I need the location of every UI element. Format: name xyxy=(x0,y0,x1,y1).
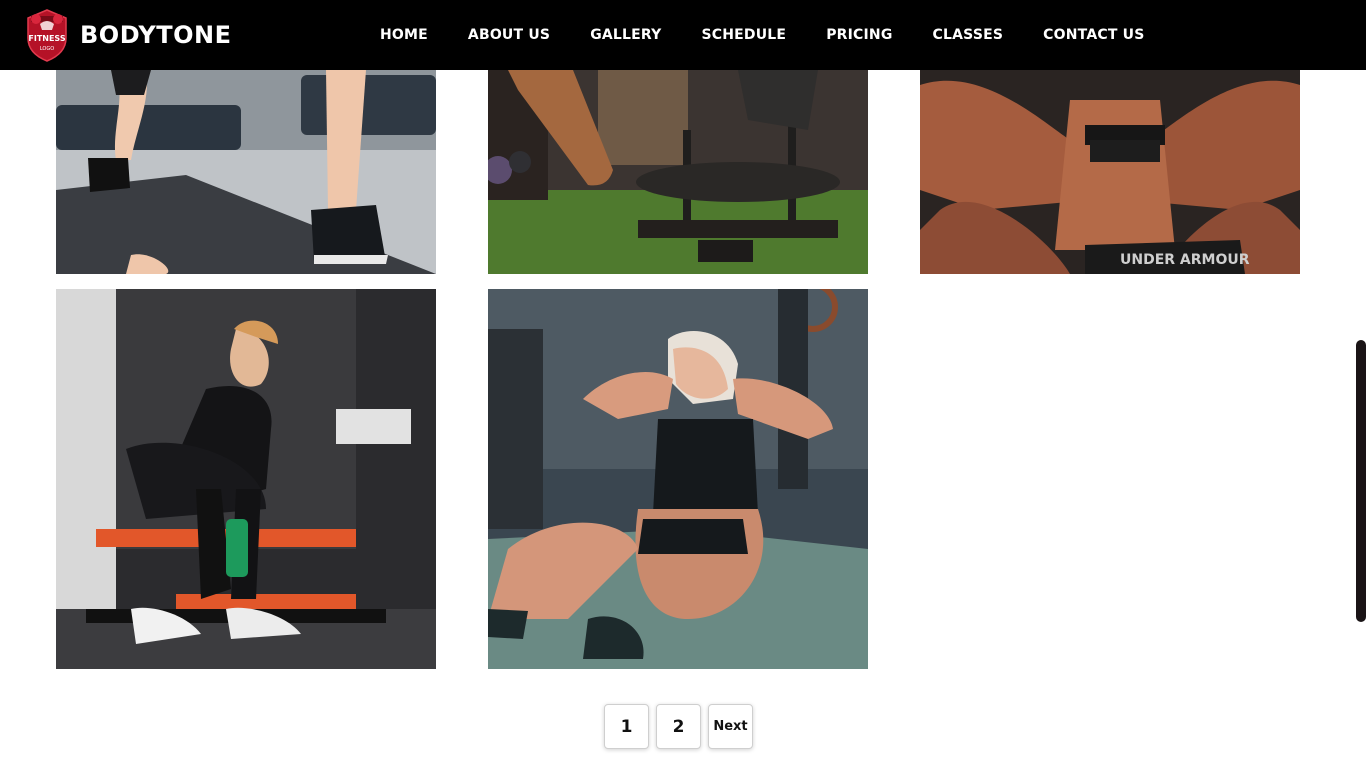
page-1-button[interactable]: 1 xyxy=(604,704,649,749)
nav-gallery[interactable]: GALLERY xyxy=(590,24,661,46)
shirt-brand-mark: UNDER ARMOUR xyxy=(1120,252,1250,268)
pagination: 1 2 Next xyxy=(604,704,753,749)
svg-text:FITNESS: FITNESS xyxy=(28,34,65,43)
gallery-photo-lunge[interactable] xyxy=(56,70,436,274)
nav-contact-us[interactable]: CONTACT US xyxy=(1043,24,1144,46)
nav-about-us[interactable]: ABOUT US xyxy=(468,24,550,46)
page-scrollbar[interactable] xyxy=(1356,340,1366,622)
svg-text:LOGO: LOGO xyxy=(40,46,54,52)
main-nav: HOME ABOUT US GALLERY SCHEDULE PRICING C… xyxy=(380,24,1145,46)
brand-name[interactable]: BODYTONE xyxy=(80,20,232,50)
gallery-photo-back-workout[interactable]: UNDER ARMOUR xyxy=(920,70,1300,274)
page-2-button[interactable]: 2 xyxy=(656,704,701,749)
fitness-logo-icon[interactable]: FITNESS LOGO xyxy=(24,8,70,62)
gallery-photo-sled[interactable] xyxy=(488,70,868,274)
site-header: FITNESS LOGO BODYTONE HOME ABOUT US GALL… xyxy=(0,0,1366,70)
nav-pricing[interactable]: PRICING xyxy=(826,24,892,46)
next-page-button[interactable]: Next xyxy=(708,704,753,749)
nav-schedule[interactable]: SCHEDULE xyxy=(701,24,786,46)
nav-classes[interactable]: CLASSES xyxy=(933,24,1004,46)
gallery-photo-man-bench[interactable] xyxy=(56,289,436,669)
gallery-photo-woman-situp[interactable] xyxy=(488,289,868,669)
nav-home[interactable]: HOME xyxy=(380,24,428,46)
